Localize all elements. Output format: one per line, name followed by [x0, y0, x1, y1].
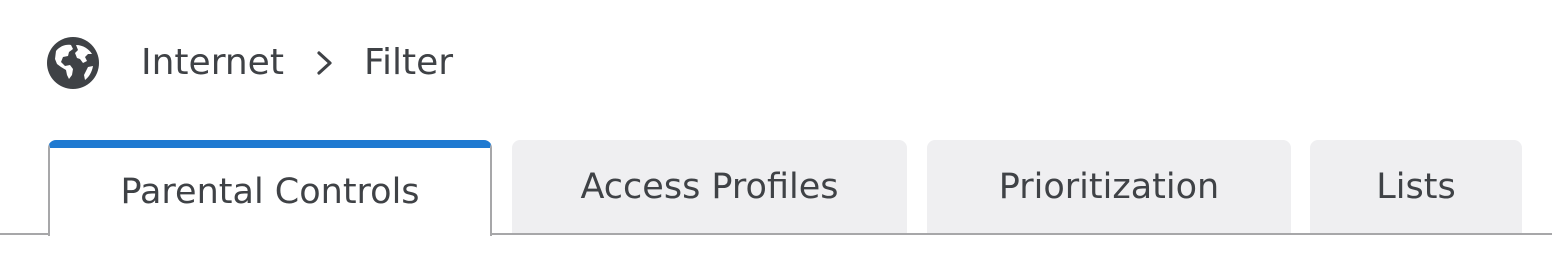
breadcrumb: Internet Filter [47, 35, 453, 91]
tab-prioritization[interactable]: Prioritization [927, 140, 1291, 233]
tab-label: Lists [1376, 166, 1456, 207]
tab-label: Parental Controls [120, 172, 420, 212]
tab-access-profiles[interactable]: Access Profiles [512, 140, 907, 233]
globe-icon [47, 37, 99, 89]
tab-parental-controls[interactable]: Parental Controls [48, 140, 492, 236]
chevron-right-icon [317, 51, 332, 75]
breadcrumb-item-internet[interactable]: Internet [141, 35, 284, 91]
tab-label: Prioritization [998, 166, 1220, 207]
tab-lists[interactable]: Lists [1310, 140, 1522, 233]
tab-label: Access Profiles [580, 166, 839, 207]
breadcrumb-item-filter: Filter [363, 42, 454, 83]
